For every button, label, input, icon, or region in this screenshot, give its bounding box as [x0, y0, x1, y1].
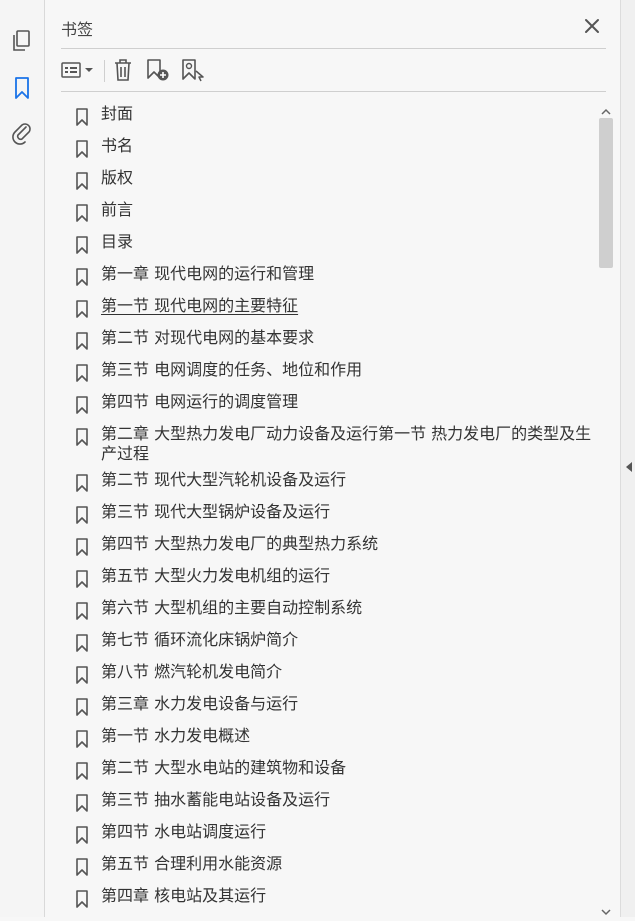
bookmark-item[interactable]: 第四章 核电站及其运行 [75, 886, 595, 910]
bookmarks-panel: 书签 封面 书名 版权 前言 目录 第一章 现代电网的运行和管理 第一节 现代电… [45, 0, 620, 917]
bookmark-label: 书名 [101, 136, 134, 155]
navigation-rail [0, 0, 45, 917]
bookmark-icon [75, 826, 91, 846]
bookmark-item[interactable]: 第六节 大型机组的主要自动控制系统 [75, 598, 595, 622]
bookmark-label: 第五节 合理利用水能资源 [101, 854, 283, 873]
close-icon[interactable] [583, 17, 601, 35]
toolbar-divider [104, 60, 105, 82]
bookmark-icon [75, 474, 91, 494]
bookmark-label: 第四节 电网运行的调度管理 [101, 392, 299, 411]
bookmark-label: 目录 [101, 232, 134, 251]
bookmark-label: 第七节 循环流化床锅炉简介 [101, 630, 299, 649]
bookmark-label: 第三节 现代大型锅炉设备及运行 [101, 502, 331, 521]
bookmark-icon [75, 396, 91, 416]
bookmark-from-structure-icon[interactable] [180, 56, 206, 84]
bookmark-icon [75, 858, 91, 878]
bookmark-label: 封面 [101, 104, 134, 123]
bookmark-icon [75, 108, 91, 128]
bookmarks-icon[interactable] [9, 75, 35, 101]
scroll-down-icon[interactable] [601, 902, 611, 916]
bookmark-label: 第二章 大型热力发电厂动力设备及运行第一节 热力发电厂的类型及生产过程 [101, 424, 592, 463]
bookmark-label: 第一章 现代电网的运行和管理 [101, 264, 315, 283]
bookmark-icon [75, 172, 91, 192]
bookmark-icon [75, 140, 91, 160]
bookmark-icon [75, 538, 91, 558]
bookmark-item[interactable]: 第二节 大型水电站的建筑物和设备 [75, 758, 595, 782]
scrollbar-thumb[interactable] [599, 118, 613, 268]
bookmark-item[interactable]: 第一节 现代电网的主要特征 [75, 296, 595, 320]
bookmark-item[interactable]: 第三节 抽水蓄能电站设备及运行 [75, 790, 595, 814]
bookmark-label: 第二节 对现代电网的基本要求 [101, 328, 315, 347]
new-bookmark-icon[interactable] [145, 56, 171, 84]
bookmark-item[interactable]: 第三章 水力发电设备与运行 [75, 694, 595, 718]
bookmark-label: 第六节 大型机组的主要自动控制系统 [101, 598, 363, 617]
bookmark-icon [75, 730, 91, 750]
bookmark-label: 第八节 燃汽轮机发电简介 [101, 662, 283, 681]
bookmark-item[interactable]: 书名 [75, 136, 595, 160]
bookmark-item[interactable]: 目录 [75, 232, 595, 256]
bookmark-item[interactable]: 第三节 电网调度的任务、地位和作用 [75, 360, 595, 384]
bookmark-item[interactable]: 第五节 大型火力发电机组的运行 [75, 566, 595, 590]
bookmark-label: 版权 [101, 168, 134, 187]
bookmark-icon [75, 602, 91, 622]
bookmark-item[interactable]: 第八节 燃汽轮机发电简介 [75, 662, 595, 686]
bookmark-item[interactable]: 第七节 循环流化床锅炉简介 [75, 630, 595, 654]
bookmark-item[interactable]: 版权 [75, 168, 595, 192]
pages-icon[interactable] [9, 28, 35, 54]
bookmark-label: 第一节 水力发电概述 [101, 726, 251, 745]
bookmark-label: 第一节 现代电网的主要特征 [101, 296, 299, 315]
bookmark-list: 封面 书名 版权 前言 目录 第一章 现代电网的运行和管理 第一节 现代电网的主要特征 第二节… [45, 100, 597, 917]
bookmark-label: 第四节 大型热力发电厂的典型热力系统 [101, 534, 379, 553]
bookmark-item[interactable]: 第四节 水电站调度运行 [75, 822, 595, 846]
bookmark-item[interactable]: 第二章 大型热力发电厂动力设备及运行第一节 热力发电厂的类型及生产过程 [75, 424, 595, 464]
delete-icon[interactable] [111, 56, 135, 84]
bookmark-label: 第二节 大型水电站的建筑物和设备 [101, 758, 347, 777]
bookmark-item[interactable]: 第一章 现代电网的运行和管理 [75, 264, 595, 288]
bookmark-icon [75, 506, 91, 526]
bookmark-label: 前言 [101, 200, 134, 219]
bookmark-label: 第四节 水电站调度运行 [101, 822, 267, 841]
bookmark-label: 第三章 水力发电设备与运行 [101, 694, 299, 713]
bookmark-item[interactable]: 第二节 对现代电网的基本要求 [75, 328, 595, 352]
bookmark-icon [75, 890, 91, 910]
bookmark-icon [75, 332, 91, 352]
bookmark-icon [75, 204, 91, 224]
bookmark-label: 第四章 核电站及其运行 [101, 886, 267, 905]
bookmark-label: 第二节 现代大型汽轮机设备及运行 [101, 470, 347, 489]
bookmark-label: 第三节 抽水蓄能电站设备及运行 [101, 790, 331, 809]
options-menu-icon[interactable] [60, 56, 96, 84]
bookmark-item[interactable]: 第四节 电网运行的调度管理 [75, 392, 595, 416]
scroll-up-icon[interactable] [601, 102, 611, 115]
vertical-scrollbar[interactable] [598, 100, 614, 917]
bookmark-icon [75, 634, 91, 654]
header-divider [61, 48, 606, 49]
collapse-arrow-icon[interactable] [625, 458, 633, 472]
panel-collapse-bar[interactable] [620, 0, 635, 917]
bookmark-item[interactable]: 第二节 现代大型汽轮机设备及运行 [75, 470, 595, 494]
bookmark-item[interactable]: 前言 [75, 200, 595, 224]
bookmark-icon [75, 794, 91, 814]
toolbar-divider-line [61, 91, 606, 92]
bookmark-item[interactable]: 第一节 水力发电概述 [75, 726, 595, 750]
bookmark-icon [75, 570, 91, 590]
bookmark-item[interactable]: 第五节 合理利用水能资源 [75, 854, 595, 878]
bookmark-label: 第三节 电网调度的任务、地位和作用 [101, 360, 363, 379]
bookmark-label: 第五节 大型火力发电机组的运行 [101, 566, 331, 585]
attachments-icon[interactable] [9, 120, 35, 146]
bookmark-icon [75, 762, 91, 782]
panel-header: 书签 [45, 0, 620, 48]
bookmark-item[interactable]: 第四节 大型热力发电厂的典型热力系统 [75, 534, 595, 558]
bookmark-icon [75, 236, 91, 256]
bookmark-item[interactable]: 封面 [75, 104, 595, 128]
bookmark-icon [75, 300, 91, 320]
bookmark-icon [75, 698, 91, 718]
bookmark-item[interactable]: 第三节 现代大型锅炉设备及运行 [75, 502, 595, 526]
panel-title: 书签 [61, 20, 94, 39]
bookmark-toolbar [45, 52, 620, 90]
bookmark-icon [75, 666, 91, 686]
bookmark-icon [75, 428, 91, 448]
bookmark-icon [75, 268, 91, 288]
bookmark-icon [75, 364, 91, 384]
